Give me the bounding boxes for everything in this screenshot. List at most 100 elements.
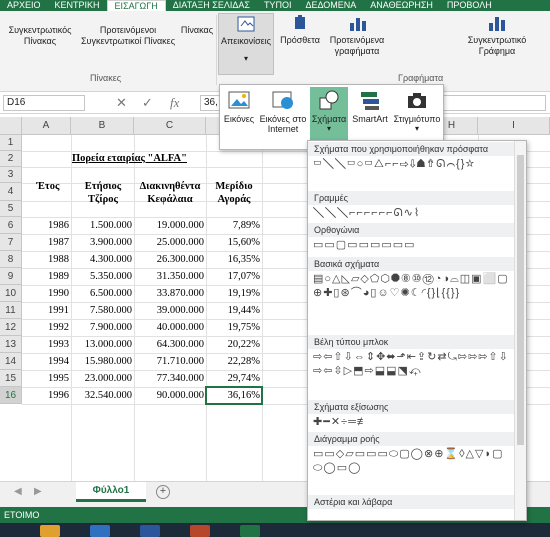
row-header-4[interactable]: 4 <box>0 183 22 201</box>
powerpoint-icon[interactable] <box>190 525 210 537</box>
sheet-tab-1[interactable]: Φύλλο1 <box>76 482 146 502</box>
cell-share[interactable]: 19,44% <box>206 305 260 316</box>
cell-capital[interactable]: 77.340.000 <box>134 373 204 384</box>
basic-shapes-icons[interactable]: ▤○△◺▱◇⬠⬡⯃⑧⑩⑫◔◑⌓◫▣⬜▢⊕✚▯⊛⌒◕▯☺♡✺☾◜{}⌊{{}} <box>313 272 513 300</box>
tab-data[interactable]: ΔΕΔΟΜΕΝΑ <box>298 0 363 11</box>
cell-capital[interactable]: 71.710.000 <box>134 356 204 367</box>
pivot-table-button[interactable]: Συγκεντρωτικός Πίνακας <box>2 25 78 47</box>
cell-year[interactable]: 1989 <box>22 271 69 282</box>
confirm-icon[interactable]: ✓ <box>142 95 153 111</box>
shapes-button[interactable]: Σχήματα ▾ <box>310 87 348 147</box>
tab-formulas[interactable]: ΤΥΠΟΙ <box>257 0 299 11</box>
tab-view[interactable]: ΠΡΟΒΟΛΗ <box>440 0 499 11</box>
cell-capital[interactable]: 25.000.000 <box>134 237 204 248</box>
cell-year[interactable]: 1990 <box>22 288 69 299</box>
tab-insert[interactable]: ΕΙΣΑΓΩΓΗ <box>106 0 166 11</box>
row-header-9[interactable]: 9 <box>0 268 22 285</box>
column-header-i[interactable]: I <box>478 117 550 135</box>
tab-home[interactable]: ΚΕΝΤΡΙΚΗ <box>48 0 107 11</box>
tab-page-layout[interactable]: ΔΙΑΤΑΞΗ ΣΕΛΙΔΑΣ <box>166 0 257 11</box>
row-header-11[interactable]: 11 <box>0 302 22 319</box>
function-icon[interactable]: fx <box>170 95 179 111</box>
cell-capital[interactable]: 64.300.000 <box>134 339 204 350</box>
cell-year[interactable]: 1987 <box>22 237 69 248</box>
row-header-8[interactable]: 8 <box>0 251 22 268</box>
cell-year[interactable]: 1988 <box>22 254 69 265</box>
selected-cell-d16[interactable] <box>205 386 263 405</box>
cell-turnover[interactable]: 23.000.000 <box>71 373 132 384</box>
rectangles-icons[interactable]: ▭▭▢▭▭▭▭▭▭ <box>313 238 513 252</box>
recent-shapes-icons[interactable]: ▭╲╲▭○▭△⌐⌐⇨⇩☗⇮ᘏ⌒{}☆ <box>313 157 513 171</box>
cell-turnover[interactable]: 15.980.000 <box>71 356 132 367</box>
smartart-button[interactable]: SmartArt <box>350 87 390 147</box>
prev-sheet-icon[interactable]: ◀ <box>14 486 22 497</box>
row-header-12[interactable]: 12 <box>0 319 22 336</box>
cell-share[interactable]: 7,89% <box>206 220 260 231</box>
cell-turnover[interactable]: 1.500.000 <box>71 220 132 231</box>
tab-review[interactable]: ΑΝΑΘΕΩΡΗΣΗ <box>363 0 440 11</box>
cell-year[interactable]: 1992 <box>22 322 69 333</box>
cell-share[interactable]: 20,22% <box>206 339 260 350</box>
cell-turnover[interactable]: 6.500.000 <box>71 288 132 299</box>
cell-turnover[interactable]: 13.000.000 <box>71 339 132 350</box>
row-header-3[interactable]: 3 <box>0 167 22 183</box>
equation-shapes-icons[interactable]: ✚━✕÷═≢ <box>313 415 513 429</box>
flowchart-icons[interactable]: ▭▭◇▱▭▭▭⬭▢◯⊗⊕⌛◊△▽◗▢⬭◯▭◯ <box>313 447 513 475</box>
row-header-13[interactable]: 13 <box>0 336 22 353</box>
row-header-6[interactable]: 6 <box>0 217 22 234</box>
cell-capital[interactable]: 90.000.000 <box>134 390 204 401</box>
cell-year[interactable]: 1986 <box>22 220 69 231</box>
cell-share[interactable]: 29,74% <box>206 373 260 384</box>
scrollbar-thumb[interactable] <box>517 155 524 445</box>
header-year[interactable]: Έτος <box>26 180 70 193</box>
name-box[interactable]: D16 <box>3 95 85 111</box>
header-turnover[interactable]: Ετήσιος Τζίρος <box>73 180 133 206</box>
addins-button[interactable]: Πρόσθετα <box>276 13 324 46</box>
cell-share[interactable]: 19,75% <box>206 322 260 333</box>
cell-capital[interactable]: 33.870.000 <box>134 288 204 299</box>
cell-share[interactable]: 22,28% <box>206 356 260 367</box>
next-sheet-icon[interactable]: ▶ <box>34 486 42 497</box>
cell-turnover[interactable]: 7.580.000 <box>71 305 132 316</box>
browser-icon[interactable] <box>90 525 110 537</box>
cell-turnover[interactable]: 4.300.000 <box>71 254 132 265</box>
pictures-button[interactable]: Εικόνες <box>222 87 256 147</box>
row-header-10[interactable]: 10 <box>0 285 22 302</box>
recommended-pivot-button[interactable]: Προτεινόμενοι Συγκεντρωτικοί Πίνακες <box>78 25 178 47</box>
block-arrows-icons[interactable]: ⇨⇦⇧⇩⇔⇕✥⬌⬏⇤⇪↻⇄⤿⇰⇰⇰⇧⇩⇨⇦⇳▷⬒⇨⬓⬓⬔⤽ <box>313 350 513 378</box>
column-header-c[interactable]: C <box>134 117 206 135</box>
row-header-5[interactable]: 5 <box>0 201 22 217</box>
row-header-1[interactable]: 1 <box>0 135 22 151</box>
lines-icons[interactable]: ╲╲╲⌐⌐⌐⌐⌐⌐ᘏ∿⌇ <box>313 206 513 220</box>
cell-turnover[interactable]: 7.900.000 <box>71 322 132 333</box>
online-pictures-button[interactable]: Εικόνες στο Internet <box>257 87 309 147</box>
cell-year[interactable]: 1991 <box>22 305 69 316</box>
header-share[interactable]: Μερίδιο Αγοράς <box>206 180 262 206</box>
row-header-7[interactable]: 7 <box>0 234 22 251</box>
select-all-corner[interactable] <box>0 117 22 135</box>
screenshot-button[interactable]: Στιγμιότυπο ▾ <box>392 87 442 147</box>
cell-capital[interactable]: 31.350.000 <box>134 271 204 282</box>
cell-share[interactable]: 15,60% <box>206 237 260 248</box>
cell-capital[interactable]: 39.000.000 <box>134 305 204 316</box>
cell-turnover[interactable]: 3.900.000 <box>71 237 132 248</box>
row-header-16[interactable]: 16 <box>0 387 22 404</box>
folder-icon[interactable] <box>40 525 60 537</box>
row-header-15[interactable]: 15 <box>0 370 22 387</box>
excel-icon[interactable] <box>240 525 260 537</box>
row-header-2[interactable]: 2 <box>0 151 22 167</box>
cell-year[interactable]: 1995 <box>22 373 69 384</box>
cell-year[interactable]: 1994 <box>22 356 69 367</box>
cell-year[interactable]: 1993 <box>22 339 69 350</box>
add-sheet-button[interactable]: + <box>156 485 170 499</box>
cell-capital[interactable]: 26.300.000 <box>134 254 204 265</box>
cell-share[interactable]: 16,35% <box>206 254 260 265</box>
cancel-icon[interactable]: ✕ <box>116 95 127 111</box>
row-header-14[interactable]: 14 <box>0 353 22 370</box>
cell-turnover[interactable]: 32.540.000 <box>71 390 132 401</box>
cell-turnover[interactable]: 5.350.000 <box>71 271 132 282</box>
sheet-title[interactable]: Πορεία εταιρίας "ALFA" <box>72 153 187 164</box>
cell-capital[interactable]: 40.000.000 <box>134 322 204 333</box>
tab-file[interactable]: ΑΡΧΕΙΟ <box>0 0 48 11</box>
shapes-scrollbar[interactable] <box>514 141 526 520</box>
